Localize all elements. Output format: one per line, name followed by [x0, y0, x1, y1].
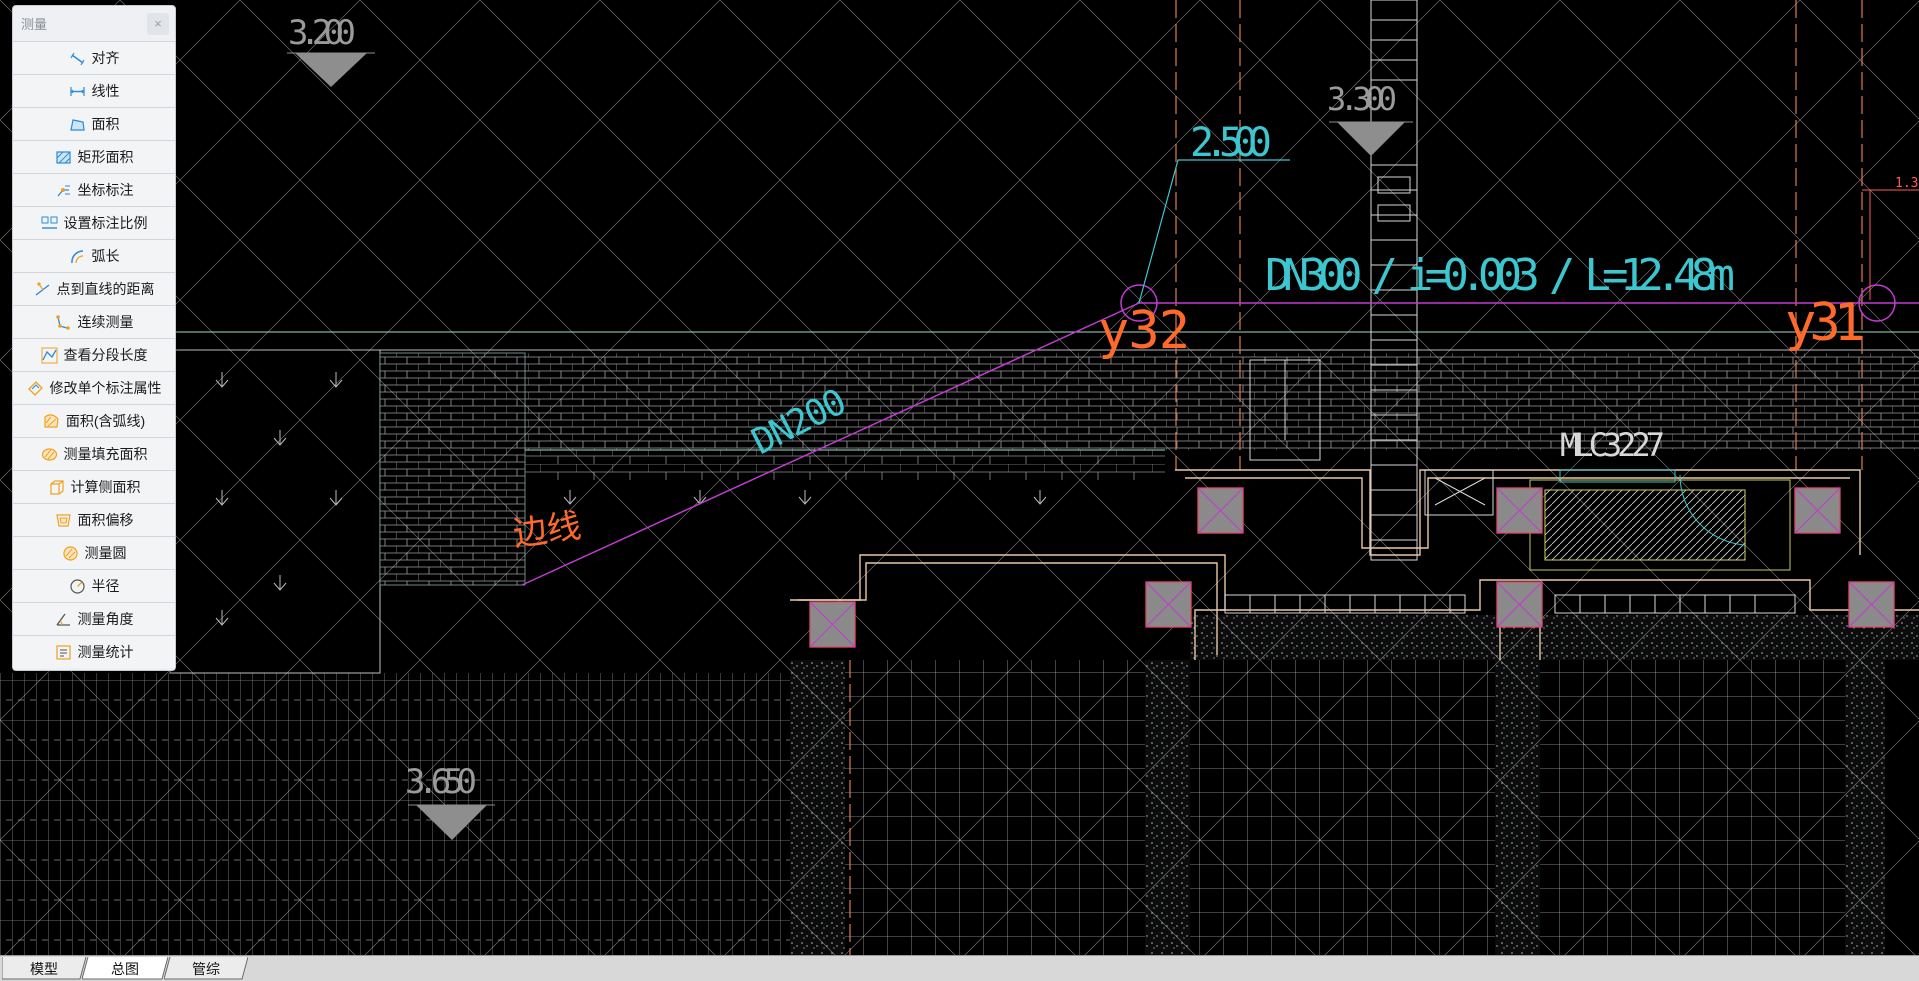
tool-hatch-area[interactable]: 测量填充面积 — [13, 437, 175, 470]
measure-circle-icon — [62, 545, 79, 562]
tool-edit-annotation[interactable]: 修改单个标注属性 — [13, 371, 175, 404]
tool-label: 连续测量 — [77, 314, 134, 330]
tool-label: 矩形面积 — [77, 149, 134, 165]
hatch-area-icon — [41, 446, 58, 463]
tool-area[interactable]: 面积 — [13, 107, 175, 140]
tab-pipeline[interactable]: 管综 — [164, 957, 248, 980]
tool-label: 点到直线的距离 — [56, 281, 155, 297]
tab-label: 管综 — [192, 960, 220, 977]
measure-panel: 测量 × 对齐 线性 面积 矩形面积 坐标标注 设置标注比例 弧长 点到直线的距… — [12, 5, 176, 671]
tool-aligned[interactable]: 对齐 — [13, 41, 175, 74]
tool-statistics[interactable]: 测量统计 — [13, 635, 175, 668]
pipe-spec-label: DN300 / i=0.003 / L=12.48m — [1265, 250, 1735, 301]
point-line-distance-icon — [34, 281, 51, 298]
tool-label: 设置标注比例 — [63, 215, 148, 231]
elevation-label-3300: 3.300 — [1327, 80, 1397, 118]
area-offset-icon — [55, 512, 72, 529]
statistics-icon — [55, 644, 72, 661]
tab-model[interactable]: 模型 — [2, 957, 86, 980]
tool-label: 计算侧面积 — [70, 479, 141, 495]
continuous-measure-icon — [55, 314, 72, 331]
manhole-label-y31: y31 — [1785, 293, 1865, 353]
tool-annotation-scale[interactable]: 设置标注比例 — [13, 206, 175, 239]
elevation-label-2500: 2.500 — [1190, 120, 1272, 166]
area-with-arc-icon — [43, 413, 60, 430]
tool-label: 线性 — [91, 83, 120, 99]
tool-rect-area[interactable]: 矩形面积 — [13, 140, 175, 173]
tool-arc-length[interactable]: 弧长 — [13, 239, 175, 272]
tool-label: 半径 — [91, 578, 120, 594]
annotation-scale-icon — [41, 215, 58, 232]
panel-header[interactable]: 测量 × — [13, 6, 175, 41]
tool-radius[interactable]: 半径 — [13, 569, 175, 602]
radius-icon — [69, 578, 86, 595]
cad-drawing-canvas[interactable]: 3.200 3.300 2.500 3.650 DN300 / i=0.003 … — [0, 0, 1919, 955]
tool-label: 面积偏移 — [77, 512, 134, 528]
tool-label: 测量统计 — [77, 644, 134, 660]
elevation-label-3200: 3.200 — [288, 13, 356, 53]
window-label: MLC3227 — [1560, 426, 1665, 464]
tool-coordinate[interactable]: 坐标标注 — [13, 173, 175, 206]
aligned-dimension-icon — [69, 50, 86, 67]
tool-list: 对齐 线性 面积 矩形面积 坐标标注 设置标注比例 弧长 点到直线的距离 连续测… — [13, 41, 175, 668]
tool-angle[interactable]: 测量角度 — [13, 602, 175, 635]
tool-label: 面积 — [91, 116, 120, 132]
tool-measure-circle[interactable]: 测量圆 — [13, 536, 175, 569]
arc-length-icon — [69, 248, 86, 265]
edge-dimension-label: 1.39 — [1895, 176, 1919, 191]
tool-area-arc[interactable]: 面积(含弧线) — [13, 404, 175, 437]
tool-label: 坐标标注 — [77, 182, 134, 198]
tool-area-offset[interactable]: 面积偏移 — [13, 503, 175, 536]
tool-label: 弧长 — [91, 248, 120, 264]
side-area-icon — [48, 479, 65, 496]
layout-tab-bar: 模型 总图 管综 — [0, 955, 1919, 981]
tool-label: 测量角度 — [77, 611, 134, 627]
area-icon — [69, 116, 86, 133]
coordinate-annotation-icon — [55, 182, 72, 199]
tool-label: 测量圆 — [84, 545, 127, 561]
tool-segment-length[interactable]: 查看分段长度 — [13, 338, 175, 371]
tool-label: 修改单个标注属性 — [49, 380, 162, 396]
tool-point-line-distance[interactable]: 点到直线的距离 — [13, 272, 175, 305]
segment-length-icon — [41, 347, 58, 364]
tool-label: 查看分段长度 — [63, 347, 148, 363]
tool-label: 测量填充面积 — [63, 446, 148, 462]
panel-title: 测量 — [21, 17, 48, 32]
tool-linear[interactable]: 线性 — [13, 74, 175, 107]
tool-label: 对齐 — [91, 50, 120, 66]
rectangle-area-icon — [55, 149, 72, 166]
angle-icon — [55, 611, 72, 628]
tool-label: 面积(含弧线) — [65, 413, 146, 429]
tab-label: 总图 — [111, 960, 139, 977]
tab-label: 模型 — [30, 960, 58, 977]
tool-side-area[interactable]: 计算侧面积 — [13, 470, 175, 503]
manhole-label-y32: y32 — [1098, 301, 1190, 361]
elevation-label-3650: 3.650 — [405, 762, 477, 802]
tab-site-plan[interactable]: 总图 — [82, 957, 168, 980]
close-icon: × — [154, 16, 162, 31]
close-button[interactable]: × — [147, 12, 169, 35]
edit-annotation-icon — [27, 380, 44, 397]
tool-continuous[interactable]: 连续测量 — [13, 305, 175, 338]
linear-dimension-icon — [69, 83, 86, 100]
